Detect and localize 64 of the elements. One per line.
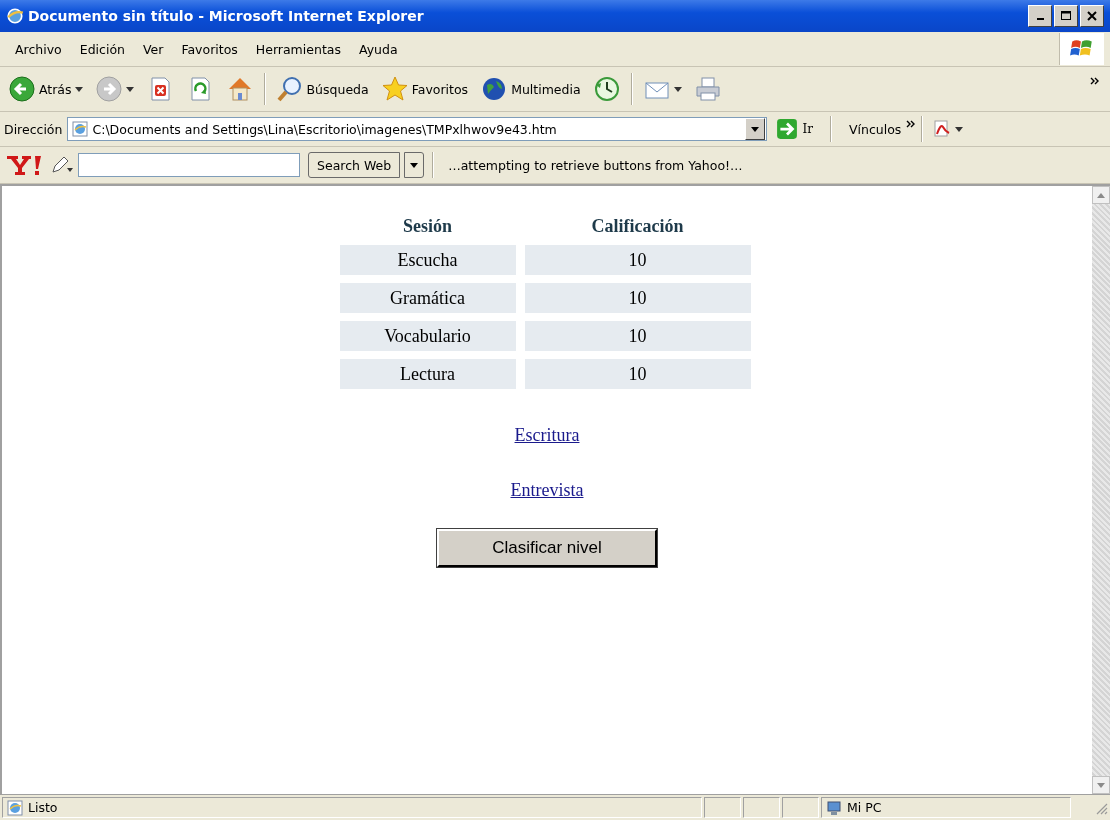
maximize-button[interactable] [1054, 5, 1078, 27]
back-button[interactable]: Atrás [4, 73, 87, 105]
table-cell: Gramática [339, 283, 516, 313]
scrollbar[interactable] [1092, 186, 1110, 794]
table-cell: 10 [524, 359, 751, 389]
address-field[interactable]: C:\Documents and Settings\Lina\Escritorio\imagenes\TMPxlhwov9e43.htm [67, 117, 768, 141]
search-button[interactable]: Búsqueda [271, 73, 373, 105]
column-header: Calificación [590, 215, 685, 237]
menu-item[interactable]: Favoritos [172, 39, 247, 59]
menu-item[interactable]: Archivo [6, 39, 71, 59]
up-arrow-icon [1097, 192, 1105, 198]
caret-icon [955, 126, 964, 132]
status-panel [743, 797, 780, 818]
favorites-button[interactable]: Favoritos [376, 73, 473, 105]
chevron-icon[interactable] [906, 120, 917, 128]
chevron-icon[interactable] [1090, 77, 1100, 85]
maximize-icon [1060, 10, 1072, 22]
classify-button[interactable]: Clasificar nivel [437, 529, 657, 567]
window-title: Documento sin título - Microsoft Internet Explorer [28, 8, 425, 24]
link[interactable]: Escritura [514, 425, 580, 446]
table-cell: Vocabulario [339, 321, 516, 351]
search-web-button[interactable]: Search Web [308, 152, 401, 178]
page-icon [72, 121, 89, 137]
table-cell: 10 [524, 245, 751, 275]
caret-icon [410, 162, 419, 168]
table-cell: 10 [524, 283, 751, 313]
scroll-up-button[interactable] [1092, 186, 1110, 204]
computer-icon [826, 799, 842, 816]
table-cell: 10 [524, 321, 751, 351]
zone-text: Mi PC [847, 800, 882, 815]
address-label: Dirección [4, 121, 63, 137]
table-cell: Lectura [339, 359, 516, 389]
toolbar-message: …attempting to retrieve buttons from Yahoo!… [447, 157, 743, 173]
dropdown-button[interactable] [404, 152, 425, 178]
pencil-icon[interactable] [50, 155, 74, 175]
menu-item[interactable]: Herramientas [246, 39, 350, 59]
menu-item[interactable]: Edición [70, 39, 134, 59]
menu-item[interactable]: Ayuda [349, 39, 407, 59]
media-button[interactable]: Multimedia [476, 73, 585, 105]
search-icon [275, 75, 304, 103]
history-icon [592, 75, 621, 103]
column-header: Sesión [402, 215, 453, 237]
close-icon [1086, 10, 1098, 22]
forward-icon [94, 75, 123, 103]
minimize-button[interactable] [1028, 5, 1052, 27]
go-button[interactable]: Ir [772, 118, 825, 140]
table-cell: Escucha [339, 245, 516, 275]
link[interactable]: Entrevista [510, 480, 584, 501]
links-button[interactable]: Vínculos [836, 121, 902, 137]
minimize-icon [1036, 18, 1044, 20]
down-arrow-icon [1097, 782, 1105, 788]
back-icon [8, 75, 36, 103]
caret-icon [751, 126, 760, 132]
menu-item[interactable]: Ver [133, 39, 173, 59]
browser-icon [6, 7, 24, 25]
status-panel [782, 797, 819, 818]
printer-icon [693, 75, 722, 103]
scroll-down-button[interactable] [1092, 776, 1110, 794]
status-panel [704, 797, 741, 818]
close-button[interactable] [1080, 5, 1104, 27]
search-field[interactable] [78, 153, 300, 177]
star-icon [380, 75, 409, 103]
page-icon [7, 799, 23, 816]
status-text: Listo [28, 800, 58, 815]
